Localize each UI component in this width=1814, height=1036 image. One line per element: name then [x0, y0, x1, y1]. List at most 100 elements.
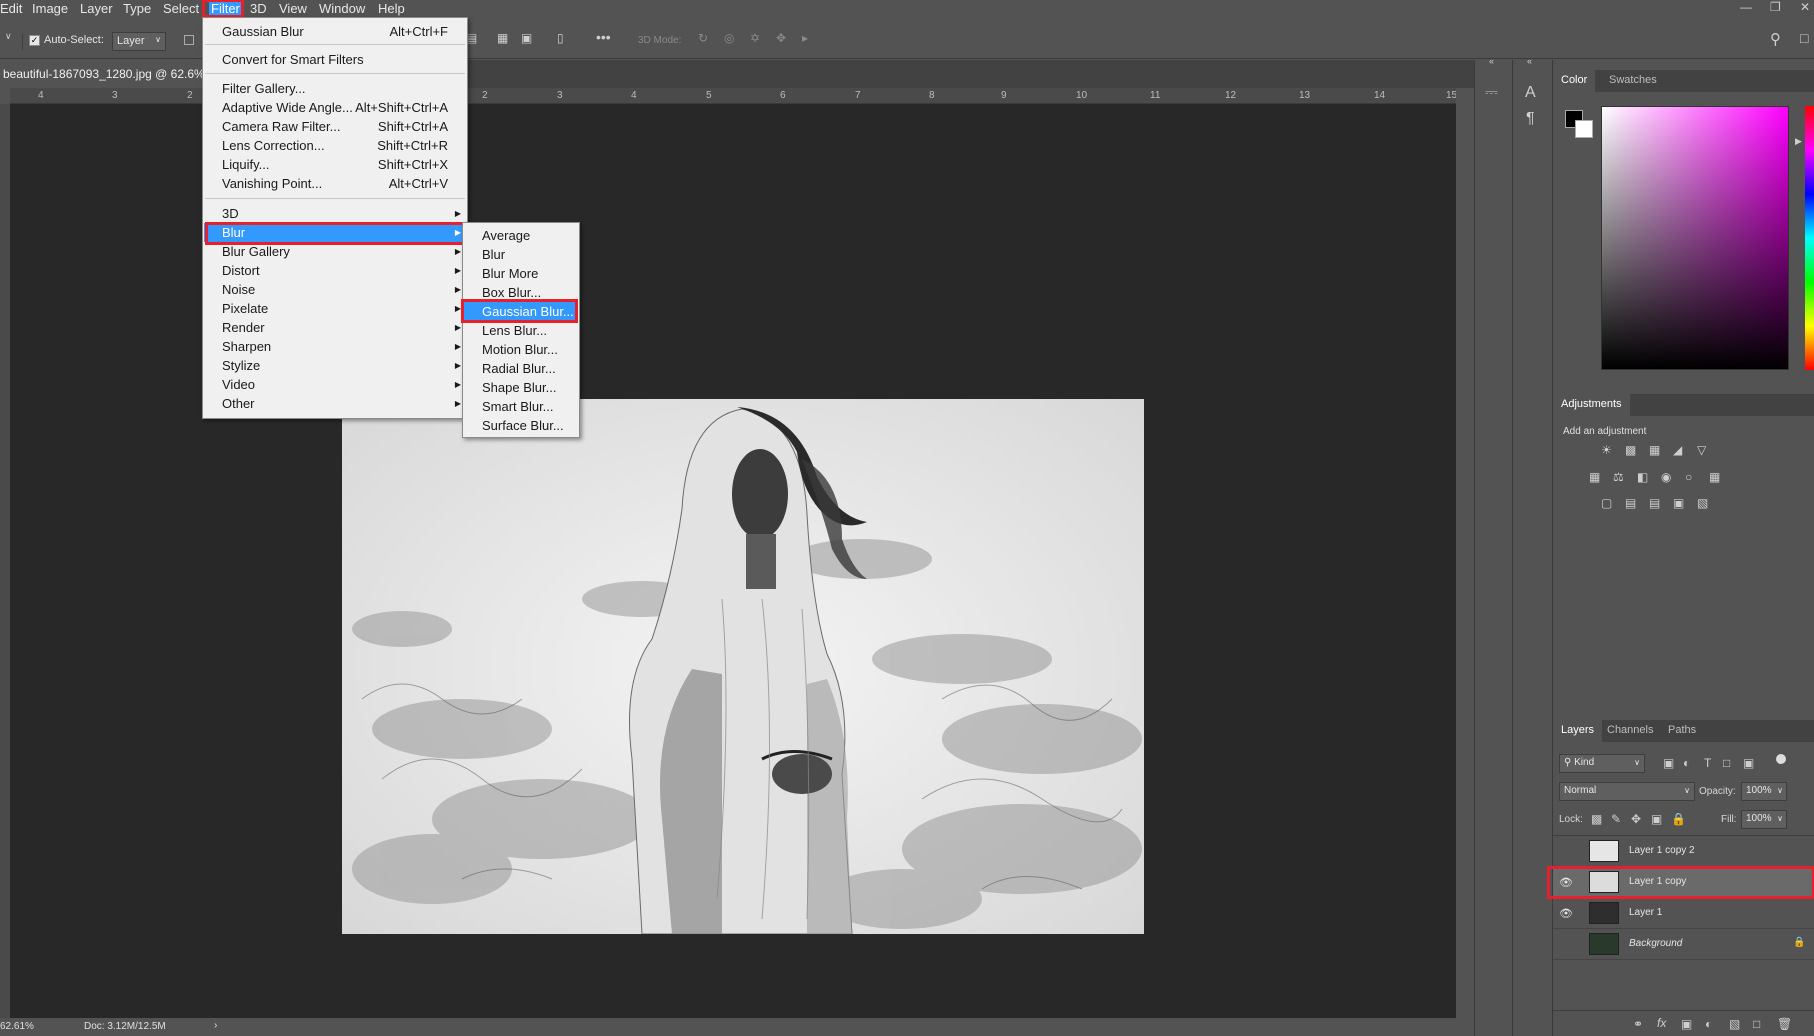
align-bottom-icon[interactable]: ▣ [521, 31, 532, 45]
more-options-icon[interactable]: ••• [596, 29, 611, 45]
filter-menu-stylize[interactable]: Stylize ▶ [204, 356, 466, 375]
filter-menu-convert-smart[interactable]: Convert for Smart Filters [204, 50, 466, 69]
invert-icon[interactable]: ▢ [1601, 496, 1612, 510]
filter-type-icon[interactable]: T [1704, 756, 1711, 770]
lock-transparent-icon[interactable]: ▩ [1591, 812, 1602, 826]
filter-menu-liquify[interactable]: Liquify... Shift+Ctrl+X [204, 155, 466, 174]
menu-select[interactable]: Select [163, 1, 199, 16]
filter-menu-lens-correction[interactable]: Lens Correction... Shift+Ctrl+R [204, 136, 466, 155]
color-balance-icon[interactable]: ⚖ [1613, 470, 1624, 484]
filter-menu-filter-gallery[interactable]: Filter Gallery... [204, 79, 466, 98]
color-lookup-icon[interactable]: ▦ [1709, 470, 1720, 484]
curves-icon[interactable]: ▦ [1649, 443, 1660, 457]
collapse-icon[interactable]: « [1527, 56, 1532, 66]
filter-menu-last-filter[interactable]: Gaussian Blur Alt+Ctrl+F [204, 22, 466, 41]
blur-lens-blur[interactable]: Lens Blur... [464, 321, 578, 340]
chevron-right-icon[interactable]: › [214, 1020, 217, 1031]
tab-adjustments[interactable]: Adjustments [1553, 394, 1630, 416]
restore-icon[interactable]: ❐ [1770, 0, 1781, 14]
blend-mode-dropdown[interactable]: Normal ∨ [1559, 782, 1695, 801]
3d-pan-icon[interactable]: ✡ [750, 31, 760, 45]
layer-row-selected[interactable]: 👁 Layer 1 copy [1553, 867, 1814, 898]
menu-layer[interactable]: Layer [80, 1, 113, 16]
color-field[interactable] [1601, 106, 1789, 370]
exposure-icon[interactable]: ◢ [1673, 443, 1682, 457]
opacity-field[interactable]: 100% ∨ [1741, 782, 1787, 801]
layer-filter-kind[interactable]: ⚲ Kind ∨ [1559, 754, 1645, 773]
blur-motion-blur[interactable]: Motion Blur... [464, 340, 578, 359]
layer-row[interactable]: 👁 Layer 1 [1553, 898, 1814, 929]
menu-type[interactable]: Type [123, 1, 151, 16]
filter-menu-blur-gallery[interactable]: Blur Gallery ▶ [204, 242, 466, 261]
tab-swatches[interactable]: Swatches [1601, 70, 1665, 92]
menu-view[interactable]: View [279, 1, 307, 16]
layer-style-icon[interactable]: fx [1657, 1016, 1666, 1030]
blur-average[interactable]: Average [464, 226, 578, 245]
eye-icon[interactable]: 👁 [1559, 876, 1575, 889]
tab-layers[interactable]: Layers [1553, 720, 1603, 742]
close-icon[interactable]: ✕ [1800, 0, 1810, 14]
filter-menu-other[interactable]: Other ▶ [204, 394, 466, 413]
gradient-map-icon[interactable]: ▧ [1697, 496, 1708, 510]
blur-radial-blur[interactable]: Radial Blur... [464, 359, 578, 378]
posterize-icon[interactable]: ▤ [1625, 496, 1636, 510]
filter-menu-video[interactable]: Video ▶ [204, 375, 466, 394]
blur-blur-more[interactable]: Blur More [464, 264, 578, 283]
paragraph-icon[interactable]: ¶ [1526, 110, 1535, 128]
distribute-icon[interactable]: ▯ [557, 31, 564, 45]
new-layer-icon[interactable]: □ [1753, 1017, 1760, 1031]
fill-field[interactable]: 100% ∨ [1741, 810, 1787, 829]
blur-gaussian-blur[interactable]: Gaussian Blur... [464, 302, 578, 321]
3d-scale-icon[interactable]: ▸ [802, 31, 808, 45]
black-white-icon[interactable]: ◧ [1637, 470, 1648, 484]
menu-filter[interactable]: Filter [209, 1, 242, 16]
filter-menu-pixelate[interactable]: Pixelate ▶ [204, 299, 466, 318]
selective-color-icon[interactable]: ▣ [1673, 496, 1684, 510]
filter-menu-distort[interactable]: Distort ▶ [204, 261, 466, 280]
lock-all-icon[interactable]: 🔒 [1671, 812, 1686, 826]
menu-edit[interactable]: Edit [0, 1, 22, 16]
workspace-icon[interactable]: □ [1800, 30, 1808, 46]
lock-artboard-icon[interactable]: ▣ [1651, 812, 1662, 826]
delete-layer-icon[interactable]: 🗑 [1777, 1017, 1792, 1031]
channel-mixer-icon[interactable]: ○ [1685, 470, 1692, 484]
tab-paths[interactable]: Paths [1660, 720, 1704, 742]
3d-roll-icon[interactable]: ◎ [724, 31, 734, 45]
blur-smart-blur[interactable]: Smart Blur... [464, 397, 578, 416]
eye-icon[interactable]: 👁 [1559, 907, 1575, 920]
menu-3d[interactable]: 3D [250, 1, 267, 16]
menu-window[interactable]: Window [319, 1, 365, 16]
hue-saturation-icon[interactable]: ▦ [1589, 470, 1600, 484]
blur-surface-blur[interactable]: Surface Blur... [464, 416, 578, 435]
lock-position-icon[interactable]: ✥ [1631, 812, 1641, 826]
filter-adjustment-icon[interactable]: ◐ [1683, 756, 1690, 770]
hue-slider[interactable] [1805, 106, 1814, 370]
new-adjustment-icon[interactable]: ◐ [1705, 1017, 1712, 1031]
auto-select-target-dropdown[interactable]: Layer ∨ [112, 32, 166, 51]
3d-orbit-icon[interactable]: ↻ [698, 31, 708, 45]
levels-icon[interactable]: ▩ [1625, 443, 1636, 457]
document-tab[interactable]: beautiful-1867093_1280.jpg @ 62.6% (L [0, 60, 205, 88]
filter-pixel-icon[interactable]: ▣ [1663, 756, 1674, 770]
filter-smart-object-icon[interactable]: ▣ [1743, 756, 1754, 770]
document-image[interactable] [342, 399, 1144, 934]
align-middle-icon[interactable]: ▦ [497, 31, 508, 45]
zoom-level[interactable]: 62.61% [0, 1021, 34, 1032]
minimize-icon[interactable]: — [1740, 0, 1752, 14]
blur-box-blur[interactable]: Box Blur... [464, 283, 578, 302]
hue-slider-handle-icon[interactable]: ▶ [1795, 136, 1802, 147]
new-group-icon[interactable]: ▧ [1729, 1017, 1740, 1031]
background-color-swatch[interactable] [1575, 120, 1593, 138]
collapse-icon[interactable]: « [1489, 56, 1494, 66]
blur-blur[interactable]: Blur [464, 245, 578, 264]
photo-filter-icon[interactable]: ◉ [1661, 470, 1671, 484]
auto-select-checkbox[interactable]: ✓ [29, 35, 40, 46]
filter-menu-render[interactable]: Render ▶ [204, 318, 466, 337]
blur-shape-blur[interactable]: Shape Blur... [464, 378, 578, 397]
filter-menu-3d[interactable]: 3D ▶ [204, 204, 466, 223]
filter-menu-blur[interactable]: Blur ▶ [204, 223, 466, 242]
3d-slide-icon[interactable]: ✥ [776, 31, 786, 45]
show-transform-checkbox[interactable] [184, 35, 194, 45]
menu-help[interactable]: Help [378, 1, 405, 16]
brightness-contrast-icon[interactable]: ☀ [1601, 443, 1612, 457]
